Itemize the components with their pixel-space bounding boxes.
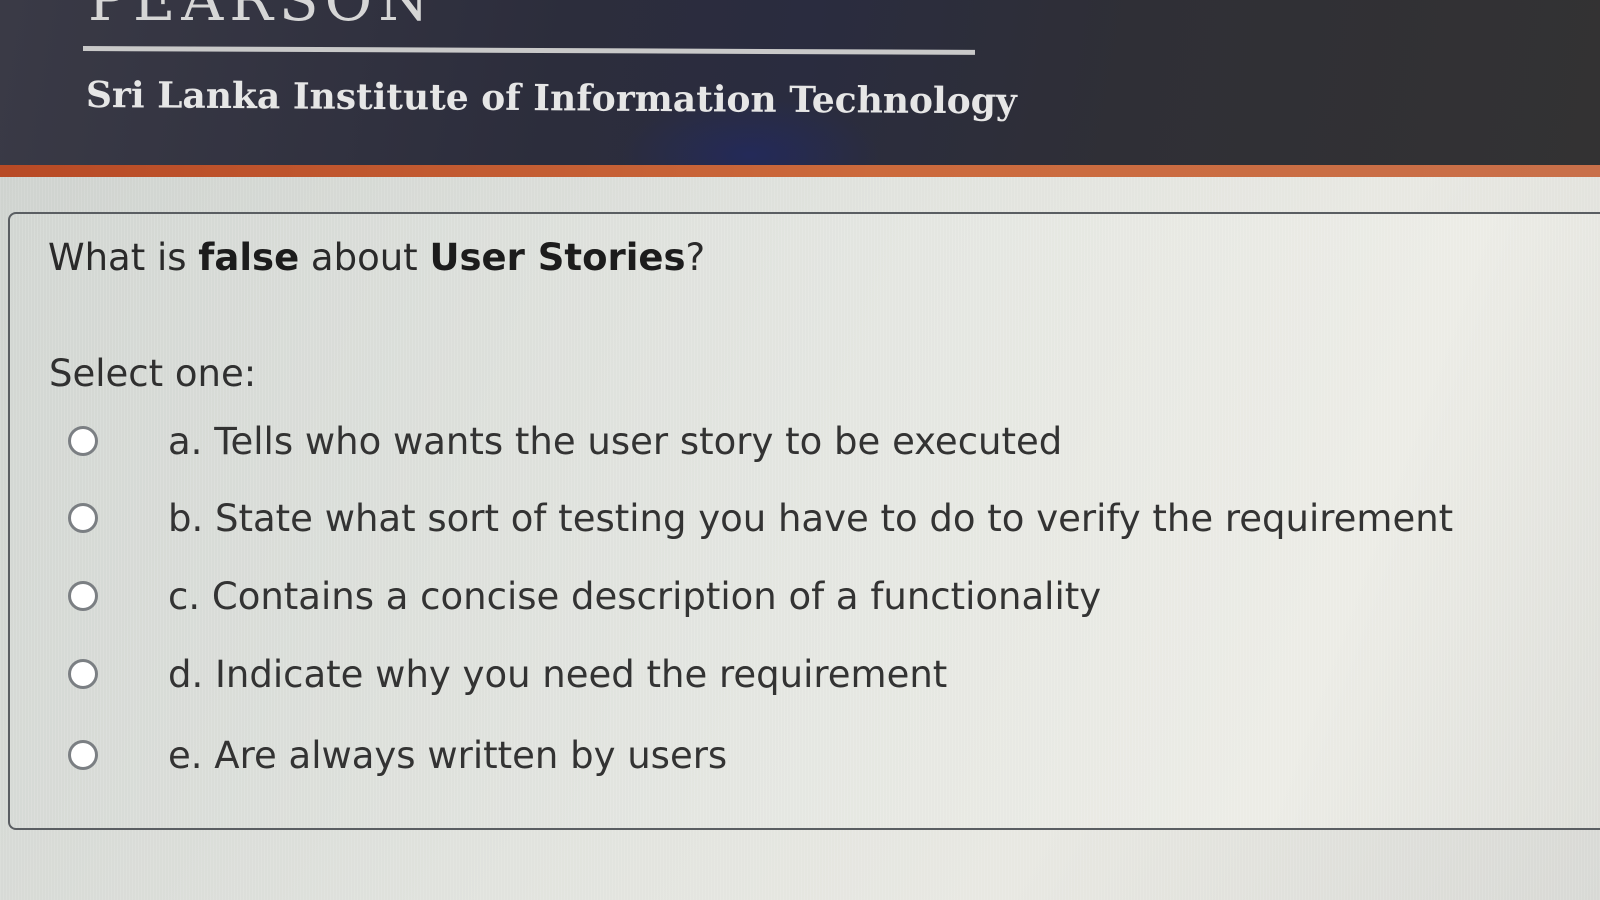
question-text: What is false about User Stories?	[48, 236, 705, 279]
radio-button[interactable]	[68, 503, 98, 533]
question-part: ?	[685, 236, 706, 279]
answer-option-a[interactable]: a. Tells who wants the user story to be …	[64, 420, 1464, 470]
answer-option-label[interactable]: c. Contains a concise description of a f…	[168, 575, 1101, 618]
answer-option-c[interactable]: c. Contains a concise description of a f…	[64, 575, 1464, 625]
question-part: about	[299, 236, 430, 279]
answer-option-e[interactable]: e. Are always written by users	[64, 734, 1464, 784]
question-part-bold: false	[198, 236, 300, 279]
pearson-logo: PEARSON	[88, 0, 435, 34]
answer-option-label[interactable]: b. State what sort of testing you have t…	[168, 497, 1453, 540]
question-part-bold: User Stories	[429, 236, 686, 279]
radio-button[interactable]	[68, 740, 98, 770]
radio-button[interactable]	[68, 426, 98, 456]
radio-button[interactable]	[68, 581, 98, 611]
answer-option-label[interactable]: d. Indicate why you need the requirement	[168, 653, 947, 696]
answer-option-b[interactable]: b. State what sort of testing you have t…	[64, 497, 1464, 547]
header-divider	[82, 46, 976, 55]
institute-name: Sri Lanka Institute of Information Techn…	[85, 74, 1017, 123]
site-header: PEARSON Sri Lanka Institute of Informati…	[0, 0, 1600, 172]
answer-option-label[interactable]: a. Tells who wants the user story to be …	[168, 420, 1062, 463]
answer-option-label[interactable]: e. Are always written by users	[168, 734, 727, 777]
header-accent-bar	[0, 165, 1600, 177]
select-prompt: Select one:	[49, 352, 257, 395]
answer-option-d[interactable]: d. Indicate why you need the requirement	[64, 653, 1464, 703]
radio-button[interactable]	[68, 659, 98, 689]
question-part: What is	[48, 236, 199, 279]
